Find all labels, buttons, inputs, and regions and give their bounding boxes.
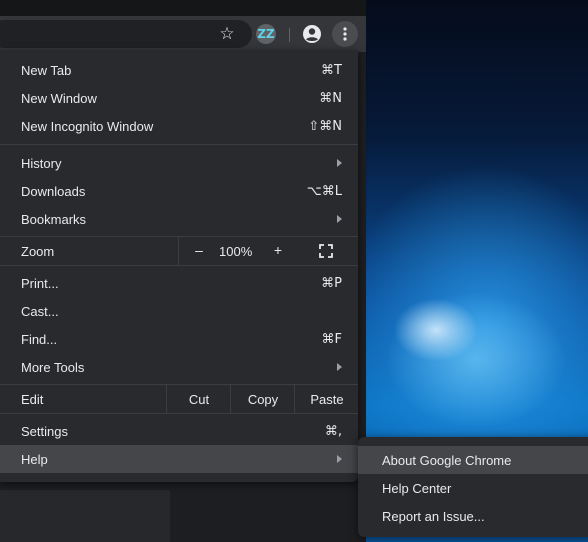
- menu-divider: [0, 144, 358, 145]
- submenu-arrow-icon: [337, 455, 342, 463]
- submenu-item-help-center[interactable]: Help Center: [358, 474, 588, 502]
- menu-item-help[interactable]: Help: [0, 445, 358, 473]
- zoom-label: Zoom: [21, 244, 55, 259]
- menu-divider: [0, 265, 358, 266]
- menu-item-cast[interactable]: Cast...: [0, 297, 358, 325]
- chrome-menu-button[interactable]: [332, 21, 358, 47]
- zoom-level: 100%: [219, 244, 253, 259]
- menu-item-find[interactable]: Find... ⌘F: [0, 325, 358, 353]
- menu-item-downloads[interactable]: Downloads ⌥⌘L: [0, 177, 358, 205]
- submenu-arrow-icon: [337, 363, 342, 371]
- browser-toolbar: ☆ ZZ: [0, 16, 366, 52]
- menu-item-settings[interactable]: Settings ⌘,: [0, 417, 358, 445]
- copy-button[interactable]: Copy: [230, 385, 295, 413]
- profile-icon[interactable]: [300, 22, 324, 46]
- submenu-item-report-an-issue[interactable]: Report an Issue...: [358, 502, 588, 530]
- menu-item-new-window[interactable]: New Window ⌘N: [0, 84, 358, 112]
- fullscreen-icon[interactable]: [319, 244, 333, 258]
- page-content-panel: [0, 490, 170, 542]
- menu-row-zoom: Zoom – 100% +: [0, 237, 358, 265]
- chrome-menu: New Tab ⌘T New Window ⌘N New Incognito W…: [0, 50, 358, 482]
- submenu-item-about-google-chrome[interactable]: About Google Chrome: [358, 446, 588, 474]
- help-submenu: About Google Chrome Help Center Report a…: [358, 437, 588, 537]
- extension-icon[interactable]: ZZ: [254, 22, 278, 46]
- menu-row-edit: Edit Cut Copy Paste: [0, 385, 358, 413]
- menu-divider: [0, 413, 358, 414]
- cut-button[interactable]: Cut: [166, 385, 231, 413]
- zoom-controls: – 100% +: [178, 237, 359, 265]
- menu-item-print[interactable]: Print... ⌘P: [0, 269, 358, 297]
- zoom-in-button[interactable]: +: [270, 242, 286, 258]
- edit-label: Edit: [21, 392, 44, 407]
- zoom-out-button[interactable]: –: [191, 242, 207, 258]
- toolbar-separator: [289, 28, 290, 42]
- menu-item-new-tab[interactable]: New Tab ⌘T: [0, 56, 358, 84]
- more-vert-icon: [343, 27, 347, 41]
- submenu-arrow-icon: [337, 215, 342, 223]
- menu-item-history[interactable]: History: [0, 149, 358, 177]
- menu-item-bookmarks[interactable]: Bookmarks: [0, 205, 358, 233]
- bookmark-star-icon[interactable]: ☆: [215, 22, 239, 46]
- menu-item-more-tools[interactable]: More Tools: [0, 353, 358, 381]
- paste-button[interactable]: Paste: [294, 385, 359, 413]
- tab-strip: [0, 0, 366, 16]
- menu-item-new-incognito-window[interactable]: New Incognito Window ⇧⌘N: [0, 112, 358, 140]
- extension-badge: ZZ: [256, 24, 276, 44]
- submenu-arrow-icon: [337, 159, 342, 167]
